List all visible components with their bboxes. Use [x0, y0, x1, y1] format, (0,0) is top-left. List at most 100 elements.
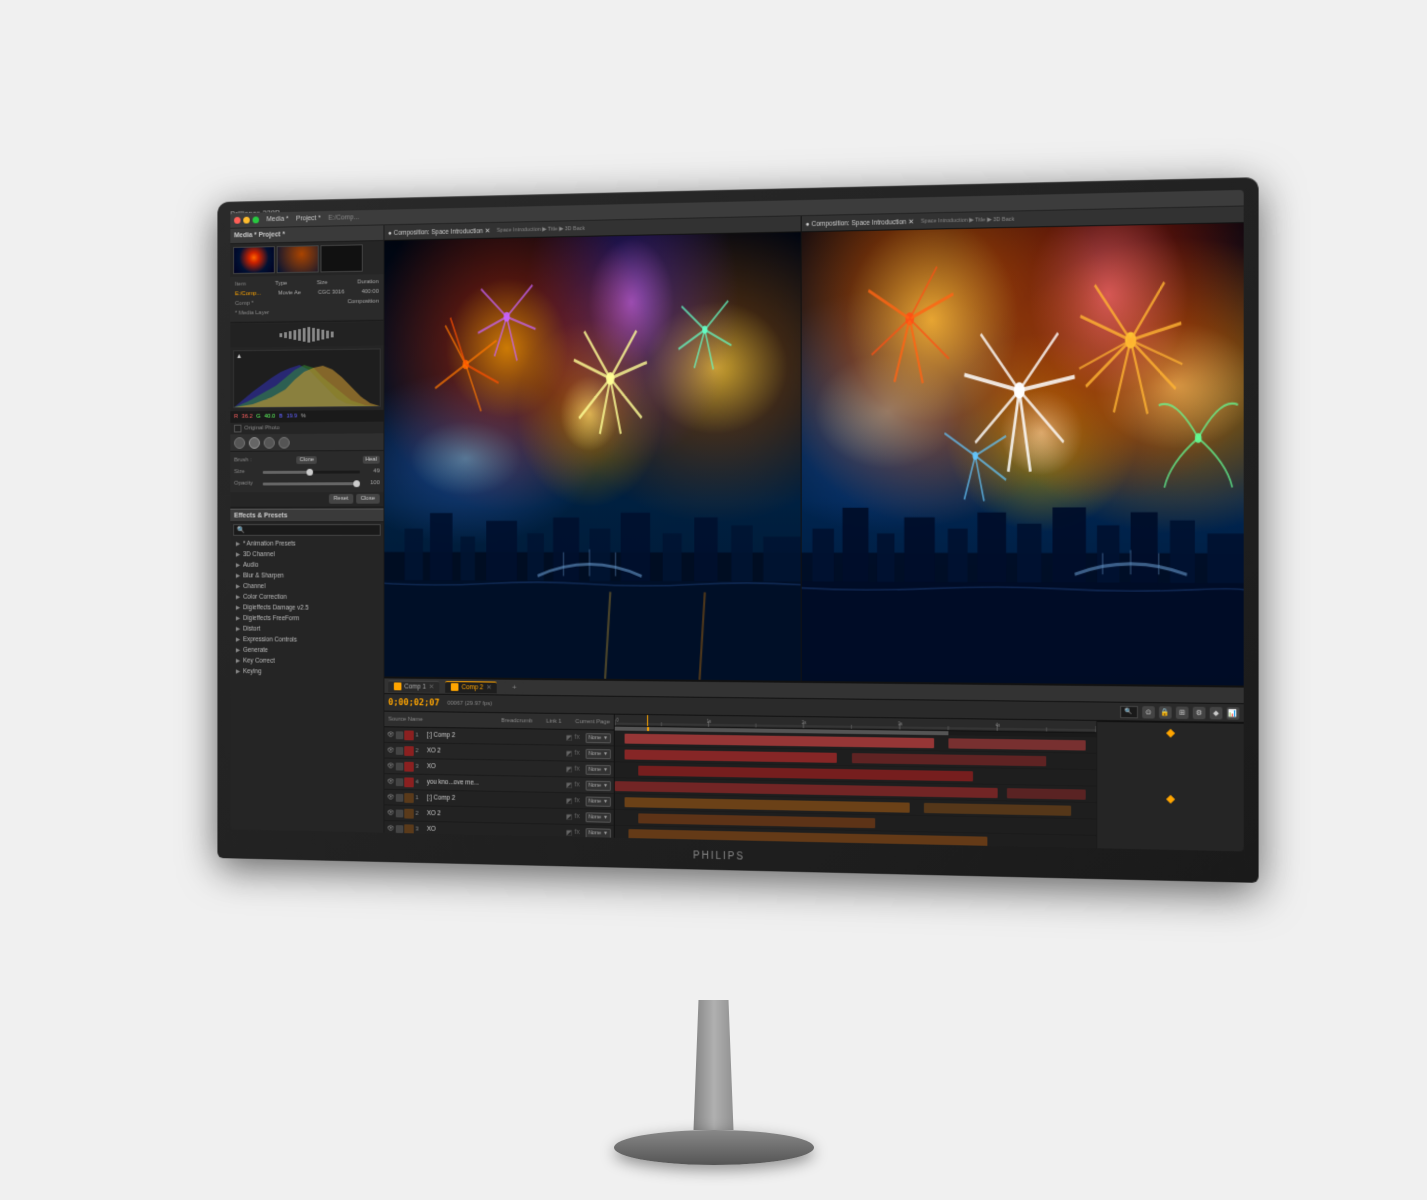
track-bar-6[interactable] [638, 813, 875, 828]
original-photo-row[interactable]: Original Photo [230, 422, 383, 435]
layer-6-mask-icon[interactable]: ◩ [565, 812, 571, 820]
layer-6-none: None ▼ [585, 812, 610, 822]
layer-2-mask-icon[interactable]: ◩ [565, 749, 571, 757]
layer-3-none-dropdown[interactable]: None ▼ [585, 764, 610, 774]
effects-item-color[interactable]: ▶ Color Correction [230, 592, 383, 603]
layer-3-fx-icon[interactable]: fx [574, 766, 579, 773]
layer-2-none-dropdown[interactable]: None ▼ [585, 748, 610, 758]
effects-item-channel[interactable]: ▶ Channel [230, 581, 383, 592]
layer-5-mask-icon[interactable]: ◩ [565, 797, 571, 805]
minimize-button[interactable] [243, 217, 249, 224]
layer-1-eye[interactable]: 👁 [387, 731, 394, 738]
tool-circle-2[interactable] [248, 437, 259, 449]
timeline-marker-btn[interactable]: ◆ [1209, 706, 1222, 719]
effects-item-anim-presets[interactable]: ▶ * Animation Presets [230, 539, 383, 550]
timeline-timecode[interactable]: 0;00;02;07 [388, 698, 439, 708]
menu-item-file[interactable]: Media * [266, 216, 288, 223]
track-bar-1b[interactable] [948, 738, 1086, 750]
layer-6-fx-icon[interactable]: fx [574, 813, 579, 820]
size-slider-thumb[interactable] [306, 468, 313, 475]
playhead[interactable] [647, 715, 648, 726]
timeline-search[interactable]: 🔍 [1119, 705, 1137, 718]
layer-5-eye[interactable]: 👁 [387, 794, 394, 801]
thumb-1[interactable] [233, 246, 275, 274]
thumb-2[interactable] [276, 245, 318, 273]
timeline-settings-btn[interactable]: ⚙ [1192, 706, 1205, 719]
layer-6-controls: ◩ fx [565, 812, 579, 820]
layer-1-mask-icon[interactable]: ◩ [565, 733, 571, 741]
timeline-graph-btn[interactable]: 📊 [1226, 707, 1239, 720]
layer-7-none-dropdown[interactable]: None ▼ [585, 828, 610, 838]
layer-7-lock[interactable] [395, 825, 403, 833]
track-bar-7[interactable] [628, 829, 987, 847]
layer-7-eye[interactable]: 👁 [387, 825, 394, 832]
layer-1-fx-icon[interactable]: fx [574, 734, 579, 741]
layer-2-lock[interactable] [395, 746, 403, 754]
layer-6-lock[interactable] [395, 809, 403, 817]
effects-item-3d[interactable]: ▶ 3D Channel [230, 549, 383, 560]
layer-7-fx-icon[interactable]: fx [574, 829, 579, 836]
layer-6-none-dropdown[interactable]: None ▼ [585, 812, 610, 822]
layer-5-lock[interactable] [395, 793, 403, 801]
size-slider-track[interactable] [262, 470, 359, 473]
track-bar-2[interactable] [624, 750, 837, 763]
thumb-3[interactable] [320, 244, 362, 272]
opacity-slider-thumb[interactable] [353, 480, 360, 487]
audio-levels [230, 322, 383, 347]
maximize-button[interactable] [252, 216, 258, 223]
opacity-slider-track[interactable] [262, 482, 359, 485]
action-buttons: Reset Close [230, 492, 383, 506]
layer-4-mask-icon[interactable]: ◩ [565, 781, 571, 789]
layer-4-lock[interactable] [395, 778, 403, 786]
tool-circle-3[interactable] [263, 437, 274, 449]
comp2-close-icon[interactable]: ✕ [486, 683, 491, 691]
kf-diamond-5[interactable] [1165, 795, 1174, 804]
close-button[interactable] [234, 217, 240, 224]
effects-item-keying[interactable]: ▶ Keying [230, 666, 383, 678]
new-comp-tab-btn[interactable]: + [504, 681, 523, 693]
kf-diamond-1[interactable] [1165, 729, 1174, 738]
layer-4-none-dropdown[interactable]: None ▼ [585, 780, 610, 790]
comp2-tab[interactable]: Comp 2 ✕ [445, 681, 497, 693]
monitor-wrapper: Brilliance 328P CrystalClear Media * Pro… [164, 190, 1264, 1010]
layer-4-eye[interactable]: 👁 [387, 778, 394, 785]
layer-3-lock[interactable] [395, 762, 403, 770]
layer-2-name: XO 2 [426, 747, 563, 756]
layer-5-fx-icon[interactable]: fx [574, 797, 579, 804]
layer-5-none-dropdown[interactable]: None ▼ [585, 796, 610, 806]
clone-button[interactable]: Clone [296, 456, 316, 464]
timeline-lock-btn[interactable]: 🔒 [1159, 706, 1172, 719]
tool-circle-1[interactable] [234, 437, 245, 449]
layer-3-mask-icon[interactable]: ◩ [565, 765, 571, 773]
comp1-tab[interactable]: Comp 1 ✕ [388, 680, 439, 692]
heal-button[interactable]: Heal [362, 456, 379, 464]
close-btn[interactable]: Close [355, 494, 379, 504]
effects-item-blur[interactable]: ▶ Blur & Sharpen [230, 571, 383, 582]
reset-button[interactable]: Reset [328, 494, 352, 504]
arrow-distort: ▶ [235, 626, 239, 633]
layer-3-eye[interactable]: 👁 [387, 762, 394, 769]
layer-7-mask-icon[interactable]: ◩ [565, 828, 571, 836]
track-bar-2b[interactable] [851, 753, 1046, 766]
layer-4-controls: ◩ fx [565, 781, 579, 789]
layer-1-lock[interactable] [395, 731, 403, 739]
track-bar-8[interactable] [614, 845, 923, 849]
layer-1-none-dropdown[interactable]: None ▼ [585, 733, 610, 743]
opacity-slider-row: Opacity 100 [234, 477, 380, 489]
menu-item-project[interactable]: Project * [295, 215, 320, 222]
comp1-close-icon[interactable]: ✕ [428, 683, 433, 691]
layer-6-eye[interactable]: 👁 [387, 809, 394, 816]
track-bar-1[interactable] [624, 734, 934, 749]
timeline-solo-btn[interactable]: ⊙ [1142, 706, 1155, 719]
comp1-tab-indicator [393, 682, 401, 690]
tool-circle-4[interactable] [278, 436, 289, 448]
effects-item-audio[interactable]: ▶ Audio [230, 560, 383, 571]
track-bar-4b[interactable] [1007, 788, 1086, 800]
layer-2-fx-icon[interactable]: fx [574, 750, 579, 757]
effects-search-bar[interactable]: 🔍 [233, 524, 381, 536]
track-bar-5b[interactable] [923, 803, 1070, 816]
layer-2-eye[interactable]: 👁 [387, 747, 394, 754]
original-photo-checkbox[interactable] [234, 425, 241, 433]
layer-4-fx-icon[interactable]: fx [574, 781, 579, 788]
timeline-expand-btn[interactable]: ⊞ [1175, 706, 1188, 719]
